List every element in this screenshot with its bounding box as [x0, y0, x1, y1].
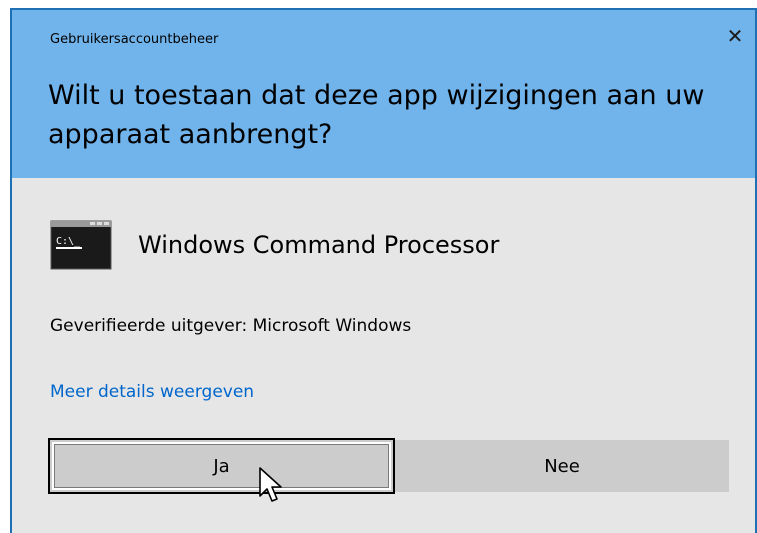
- app-name: Windows Command Processor: [138, 231, 500, 259]
- yes-button[interactable]: Ja: [48, 438, 395, 494]
- close-icon: ✕: [726, 24, 744, 48]
- app-info-row: C:\_ Windows Command Processor: [50, 220, 499, 270]
- uac-dialog: Gebruikersaccountbeheer ✕ Wilt u toestaa…: [10, 8, 757, 533]
- yes-button-focus-ring: [54, 444, 389, 488]
- publisher-text: Geverifieerde uitgever: Microsoft Window…: [50, 316, 412, 336]
- close-button[interactable]: ✕: [723, 24, 747, 48]
- command-prompt-icon-text: C:\_: [56, 236, 81, 247]
- dialog-question: Wilt u toestaan dat deze app wijzigingen…: [48, 80, 705, 150]
- command-prompt-icon: C:\_: [50, 220, 112, 270]
- dialog-app-title: Gebruikersaccountbeheer: [50, 32, 219, 47]
- dialog-header: Gebruikersaccountbeheer ✕ Wilt u toestaa…: [12, 10, 755, 178]
- no-button-label: Nee: [544, 455, 580, 477]
- mouse-cursor-icon: [259, 467, 282, 502]
- no-button[interactable]: Nee: [395, 440, 729, 492]
- more-details-link[interactable]: Meer details weergeven: [50, 382, 254, 402]
